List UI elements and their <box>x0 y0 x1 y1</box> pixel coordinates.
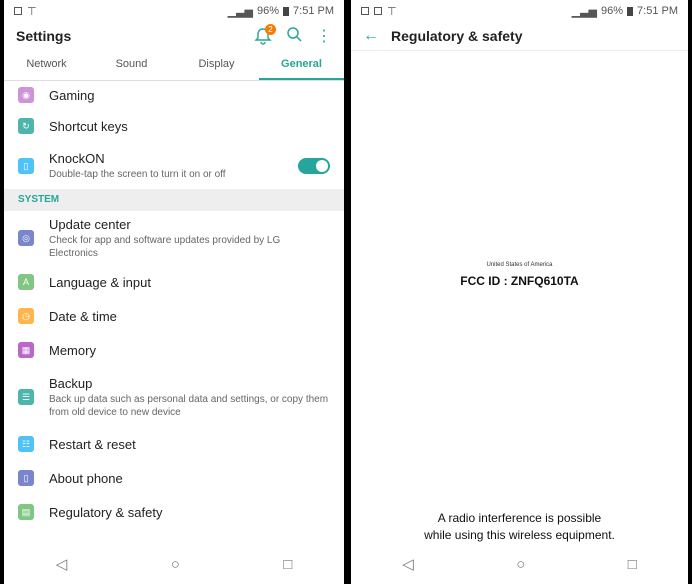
settings-item-knockon[interactable]: ▯ KnockON Double-tap the screen to turn … <box>4 143 344 189</box>
nav-recents-icon[interactable]: □ <box>628 556 637 573</box>
notification-badge: 2 <box>265 24 276 35</box>
radio-interference-notice: A radio interference is possible while u… <box>351 510 688 544</box>
settings-item-backup[interactable]: ☰ Backup Back up data such as personal d… <box>4 367 344 427</box>
settings-item-memory[interactable]: ▦ Memory <box>4 333 344 367</box>
settings-item-regulatory-safety[interactable]: ▤ Regulatory & safety <box>4 495 344 529</box>
shortcut-icon: ↻ <box>18 118 34 134</box>
status-bar: ⊤ ▁▃▅ 96% 7:51 PM <box>4 0 344 22</box>
signal-icon: ▁▃▅ <box>227 5 253 18</box>
item-label: Gaming <box>49 87 95 103</box>
tab-display[interactable]: Display <box>174 50 259 80</box>
carrier-icon: ⊤ <box>27 5 37 18</box>
battery-icon <box>627 6 634 16</box>
settings-item-gaming[interactable]: ◉ Gaming <box>4 81 344 109</box>
navigation-bar: ◁ ○ □ <box>351 544 688 584</box>
clock: 7:51 PM <box>293 5 334 17</box>
item-description: Check for app and software updates provi… <box>49 234 281 259</box>
item-label: Update center <box>49 216 131 232</box>
backup-icon: ☰ <box>18 389 34 405</box>
item-description: Double-tap the screen to turn it on or o… <box>49 169 226 180</box>
fcc-info: United States of America FCC ID : ZNFQ61… <box>351 262 688 288</box>
settings-list: ◉ Gaming ↻ Shortcut keys ▯ KnockON Doubl… <box>4 81 344 529</box>
notifications-bell-icon[interactable]: 2 <box>254 24 276 45</box>
knockon-icon: ▯ <box>18 158 34 174</box>
settings-item-date-time[interactable]: ◷ Date & time <box>4 299 344 333</box>
knockon-toggle[interactable] <box>298 158 330 174</box>
image-notification-icon <box>361 7 369 15</box>
nav-back-icon[interactable]: ◁ <box>402 555 414 573</box>
back-arrow-icon[interactable]: ← <box>363 27 379 45</box>
tab-network[interactable]: Network <box>4 50 89 80</box>
clock: 7:51 PM <box>637 5 678 17</box>
page-title: Settings <box>16 28 72 44</box>
item-description: Back up data such as personal data and s… <box>49 393 329 418</box>
item-label: Date & time <box>49 308 117 324</box>
section-header-system: SYSTEM <box>4 189 344 211</box>
status-bar: ⊤ ▁▃▅ 96% 7:51 PM <box>351 0 688 22</box>
update-icon: ◎ <box>18 230 34 246</box>
item-label: Regulatory & safety <box>49 504 163 520</box>
nav-home-icon[interactable]: ○ <box>516 556 525 573</box>
nav-home-icon[interactable]: ○ <box>171 556 180 573</box>
fcc-country: United States of America <box>486 262 553 268</box>
regulatory-icon: ▤ <box>18 504 34 520</box>
settings-item-language-input[interactable]: A Language & input <box>4 265 344 299</box>
notice-line-2: while using this wireless equipment. <box>424 528 615 542</box>
toggle-knob <box>316 160 328 172</box>
app-bar: ← Regulatory & safety <box>351 22 688 51</box>
page-title: Regulatory & safety <box>391 28 523 44</box>
app-bar: Settings 2 ⋮ <box>4 22 344 50</box>
tab-general[interactable]: General <box>259 50 344 80</box>
item-label: Memory <box>49 342 96 358</box>
signal-icon: ▁▃▅ <box>571 5 597 18</box>
item-label: Restart & reset <box>49 436 136 452</box>
memory-icon: ▦ <box>18 342 34 358</box>
about-icon: ▯ <box>18 470 34 486</box>
battery-icon <box>283 6 290 16</box>
settings-screen: ⊤ ▁▃▅ 96% 7:51 PM Settings 2 ⋮ Network S… <box>4 0 344 584</box>
item-label: Backup <box>49 375 93 391</box>
item-label: KnockON <box>49 151 105 166</box>
settings-item-restart-reset[interactable]: ☷ Restart & reset <box>4 427 344 461</box>
settings-item-about-phone[interactable]: ▯ About phone <box>4 461 344 495</box>
reset-icon: ☷ <box>18 436 34 452</box>
nav-recents-icon[interactable]: □ <box>283 556 292 573</box>
fcc-id: FCC ID : ZNFQ610TA <box>460 274 579 288</box>
item-label: Language & input <box>49 274 151 290</box>
more-options-icon[interactable]: ⋮ <box>316 26 332 46</box>
settings-item-shortcut-keys[interactable]: ↻ Shortcut keys <box>4 109 344 143</box>
regulatory-screen: ⊤ ▁▃▅ 96% 7:51 PM ← Regulatory & safety … <box>351 0 688 584</box>
tab-sound[interactable]: Sound <box>89 50 174 80</box>
notification-icon <box>374 7 382 15</box>
battery-percent: 96% <box>601 5 624 17</box>
notification-icon <box>14 7 22 15</box>
carrier-icon: ⊤ <box>387 5 397 18</box>
clock-icon: ◷ <box>18 308 34 324</box>
settings-tabs: Network Sound Display General <box>4 50 344 81</box>
language-icon: A <box>18 274 34 290</box>
item-label: Shortcut keys <box>49 118 128 134</box>
battery-percent: 96% <box>257 5 280 17</box>
settings-item-update-center[interactable]: ◎ Update center Check for app and softwa… <box>4 211 344 265</box>
notice-line-1: A radio interference is possible <box>437 511 602 525</box>
search-icon[interactable] <box>286 26 302 47</box>
nav-back-icon[interactable]: ◁ <box>56 555 68 573</box>
navigation-bar: ◁ ○ □ <box>4 544 344 584</box>
gamepad-icon: ◉ <box>18 87 34 103</box>
item-label: About phone <box>49 470 123 486</box>
